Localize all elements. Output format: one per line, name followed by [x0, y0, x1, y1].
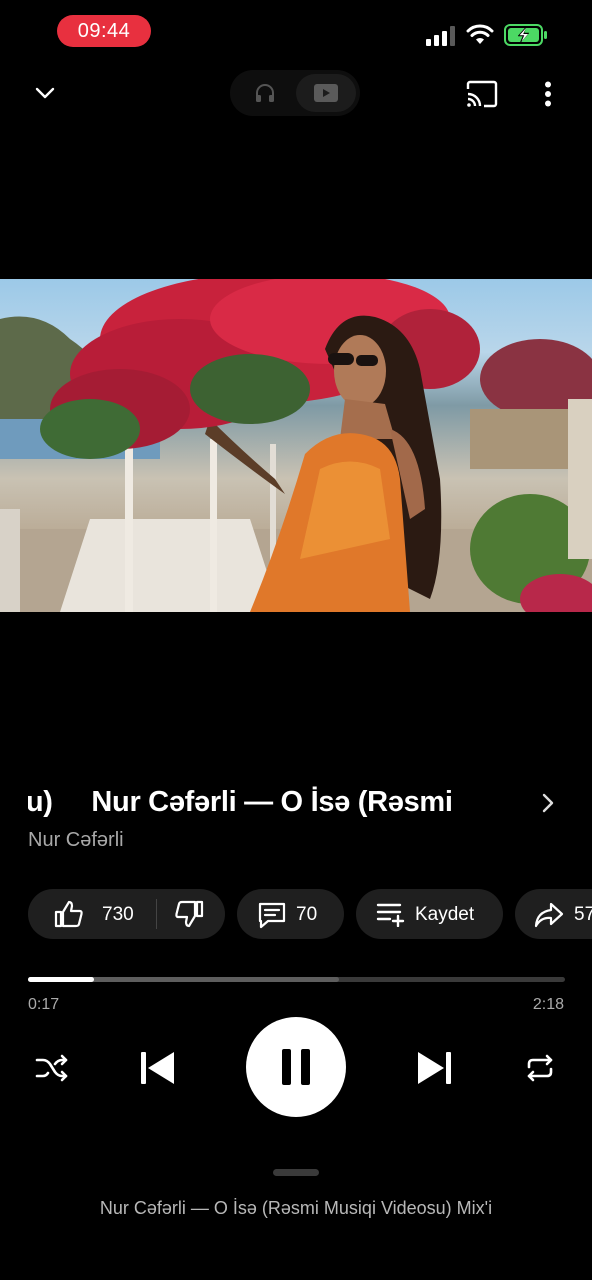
- total-time: 2:18: [532, 996, 564, 1013]
- pause-button[interactable]: [246, 1017, 346, 1117]
- song-title: su) Nur Cəfərli — O İsə (Rəsmi: [28, 786, 453, 818]
- share-icon: [534, 902, 564, 928]
- shuffle-icon: [35, 1054, 68, 1082]
- artist-name[interactable]: Nur Cəfərli: [28, 829, 124, 852]
- headphones-icon: [256, 84, 274, 102]
- next-icon: [418, 1052, 451, 1084]
- more-options-button[interactable]: [528, 72, 568, 116]
- video-thumbnail-scene: [0, 279, 592, 612]
- comment-count: 70: [296, 904, 318, 925]
- video-icon: [314, 84, 338, 102]
- action-chips: 730 70 Kaydet 57: [0, 889, 592, 941]
- signal-icon: [426, 26, 455, 46]
- collapse-button[interactable]: [24, 72, 66, 114]
- share-chip[interactable]: 57: [515, 889, 592, 939]
- next-button[interactable]: [408, 1042, 460, 1094]
- like-button[interactable]: 730: [28, 889, 156, 939]
- share-count: 57: [574, 904, 592, 925]
- like-dislike-chip: 730: [28, 889, 225, 939]
- like-divider: [156, 899, 157, 929]
- thumbs-up-icon: [54, 900, 83, 928]
- cast-icon: [466, 80, 498, 108]
- seek-bar-progress: [28, 977, 95, 982]
- pause-icon: [282, 1049, 310, 1085]
- up-next-drag-handle[interactable]: [273, 1169, 319, 1176]
- chevron-down-icon: [35, 87, 55, 99]
- previous-button[interactable]: [132, 1042, 184, 1094]
- playlist-add-icon: [376, 903, 405, 927]
- more-vert-icon: [545, 81, 551, 107]
- up-next-title[interactable]: Nur Cəfərli — O İsə (Rəsmi Musiqi Videos…: [0, 1198, 592, 1219]
- save-label: Kaydet: [415, 904, 475, 925]
- dislike-button[interactable]: [158, 889, 225, 939]
- chevron-right-icon: [542, 793, 554, 813]
- cast-button[interactable]: [460, 72, 504, 116]
- comment-icon: [258, 902, 286, 929]
- repeat-icon: [527, 1054, 553, 1082]
- wifi-icon: [466, 24, 494, 44]
- current-time: 0:17: [28, 996, 60, 1013]
- title-expand-button[interactable]: [536, 788, 560, 818]
- video-mode-button[interactable]: [296, 74, 356, 112]
- song-title-marquee[interactable]: su) Nur Cəfərli — O İsə (Rəsmi: [28, 782, 538, 826]
- seek-bar[interactable]: [28, 977, 565, 982]
- save-chip[interactable]: Kaydet: [356, 889, 503, 939]
- repeat-button[interactable]: [516, 1044, 564, 1092]
- status-time: 09:44: [57, 15, 151, 47]
- shuffle-button[interactable]: [28, 1044, 76, 1092]
- previous-icon: [141, 1052, 174, 1084]
- thumbs-down-icon: [175, 900, 204, 928]
- battery-charging-icon: [504, 24, 547, 46]
- video-frame[interactable]: [0, 279, 592, 612]
- audio-mode-button[interactable]: [234, 74, 296, 112]
- comments-chip[interactable]: 70: [237, 889, 344, 939]
- like-count: 730: [102, 904, 134, 925]
- status-bar: 09:44: [0, 0, 592, 64]
